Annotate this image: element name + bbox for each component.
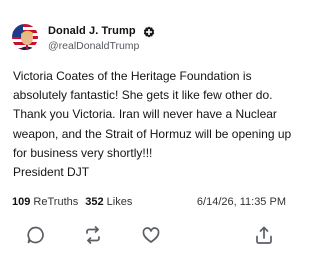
retruths-label[interactable]: ReTruths <box>33 196 78 208</box>
retruth-icon[interactable] <box>81 223 105 247</box>
likes-count[interactable]: 352 <box>85 196 103 208</box>
post-stats: 109 ReTruths 352 Likes <box>12 195 132 209</box>
likes-label[interactable]: Likes <box>107 196 133 208</box>
reply-icon[interactable] <box>24 223 48 247</box>
like-icon[interactable] <box>139 223 163 247</box>
post-timestamp: 6/14/26, 11:35 PM <box>196 196 286 208</box>
display-name[interactable]: Donald J. Trump <box>48 24 136 38</box>
author-handle[interactable]: @realDonaldTrump <box>48 40 139 53</box>
verified-badge-icon <box>143 25 155 38</box>
share-icon[interactable] <box>252 223 276 247</box>
retruths-count[interactable]: 109 <box>12 196 30 208</box>
post-text: Victoria Coates of the Heritage Foundati… <box>13 69 292 180</box>
avatar[interactable] <box>12 24 38 50</box>
